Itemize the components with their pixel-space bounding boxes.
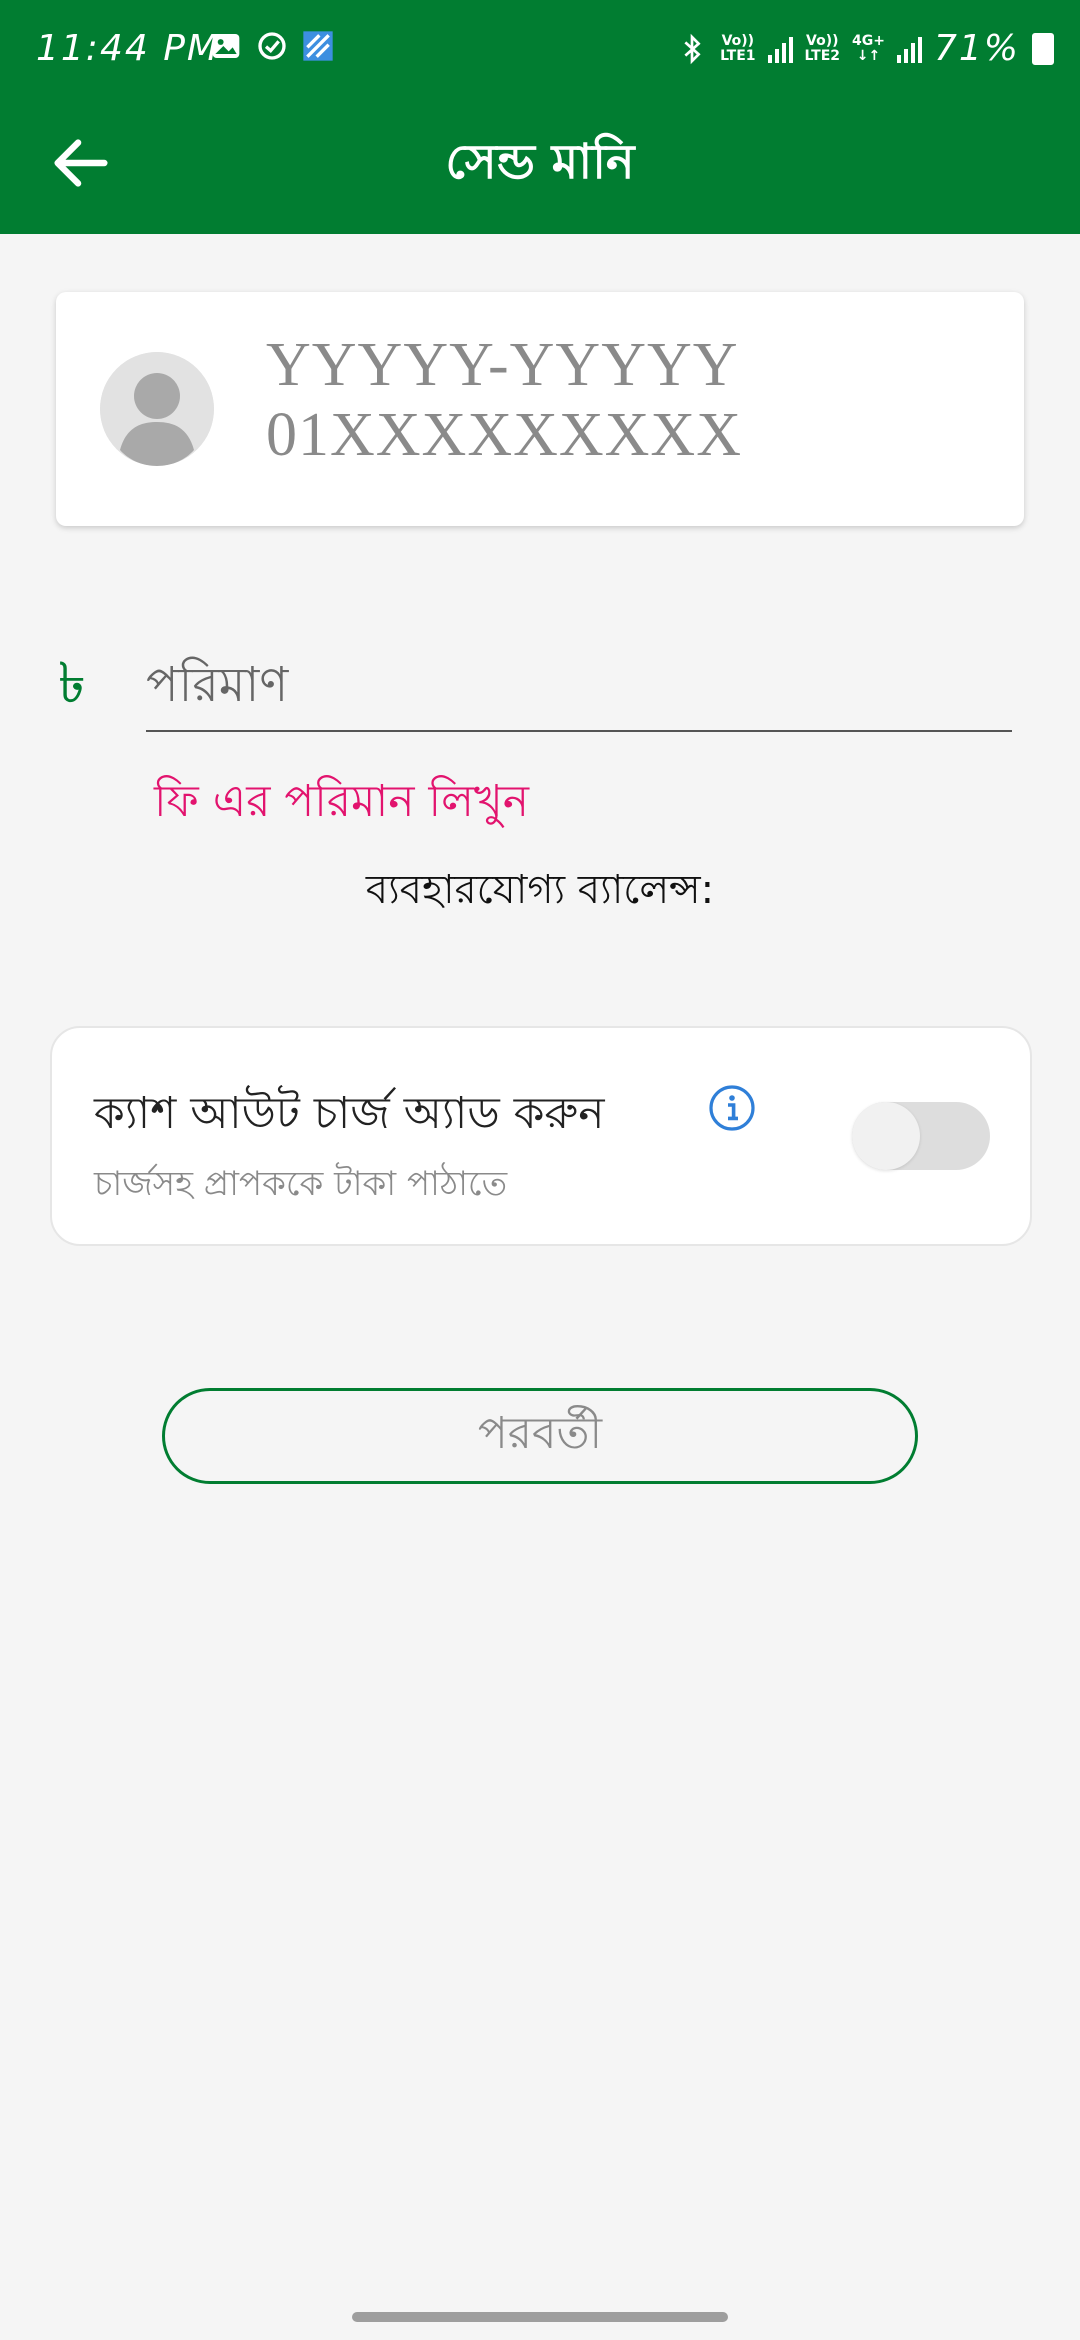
status-system-icons: Vo)) LTE1 Vo)) LTE2 4G+ ↓↑ 71% bbox=[676, 28, 1054, 69]
status-notification-icons bbox=[210, 30, 334, 62]
app-shortcut-icon bbox=[303, 31, 333, 61]
amount-input[interactable] bbox=[146, 640, 1012, 732]
cashout-charge-toggle[interactable] bbox=[852, 1102, 990, 1170]
page-title: সেন্ড মানি bbox=[445, 134, 635, 190]
next-button[interactable]: পরবর্তী bbox=[162, 1388, 918, 1484]
app-bar: সেন্ড মানি bbox=[0, 100, 1080, 234]
toggle-knob bbox=[852, 1102, 920, 1170]
check-circle-icon bbox=[258, 32, 286, 60]
bluetooth-icon bbox=[684, 33, 701, 64]
sim2-signal-icon bbox=[896, 35, 922, 63]
battery-icon bbox=[1032, 32, 1054, 65]
battery-percent: 71% bbox=[933, 28, 1020, 69]
data-type-label: 4G+ ↓↑ bbox=[852, 32, 885, 64]
cashout-charge-title: ক্যাশ আউট চার্জ অ্যাড করুন bbox=[94, 1088, 605, 1139]
status-bar: 11:44 PM Vo)) LTE1 Vo)) LTE2 4G+ ↓↑ 71% bbox=[0, 0, 1080, 100]
sim2-label: Vo)) LTE2 bbox=[804, 32, 841, 64]
home-indicator[interactable] bbox=[352, 2312, 728, 2322]
status-time: 11:44 PM bbox=[36, 28, 220, 69]
sim1-label: Vo)) LTE1 bbox=[720, 32, 756, 64]
info-icon[interactable] bbox=[708, 1084, 756, 1132]
taka-icon: ৳ bbox=[58, 651, 86, 716]
recipient-name: YYYYY-YYYYY bbox=[266, 331, 739, 399]
avatar bbox=[100, 352, 214, 466]
person-icon bbox=[100, 352, 214, 466]
cashout-charge-subtitle: চার্জসহ প্রাপককে টাকা পাঠাতে bbox=[94, 1164, 508, 1204]
recipient-card[interactable]: YYYYY-YYYYY 01XXXXXXXXX bbox=[56, 292, 1024, 526]
sim1-signal-icon bbox=[767, 35, 793, 63]
cashout-charge-card: ক্যাশ আউট চার্জ অ্যাড করুন চার্জসহ প্রাপ… bbox=[50, 1026, 1032, 1246]
amount-error-text: ফি এর পরিমান লিখুন bbox=[154, 776, 530, 827]
gallery-icon bbox=[212, 34, 240, 58]
available-balance-label: ব্যবহারযোগ্য ব্যালেন্স: bbox=[365, 867, 715, 913]
recipient-number: 01XXXXXXXXX bbox=[266, 401, 742, 469]
